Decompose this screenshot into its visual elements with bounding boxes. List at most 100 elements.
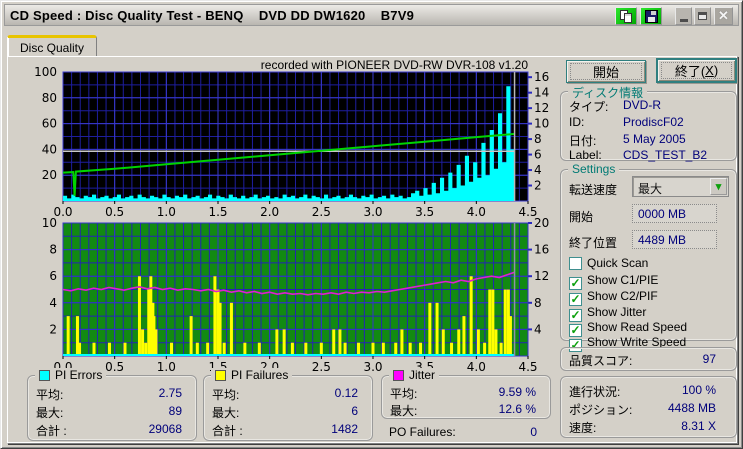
svg-text:100: 100 (34, 65, 57, 79)
checkbox-icon[interactable] (569, 257, 582, 270)
checkbox-show-c2-pif[interactable]: ✓Show C2/PIF (569, 289, 658, 304)
start-position-label: 開始 (569, 208, 593, 225)
transfer-speed-select[interactable]: 最大 ▾ (632, 176, 729, 197)
total-value: 29068 (149, 422, 182, 436)
checkbox-quick-scan[interactable]: Quick Scan (569, 256, 648, 271)
max-label: 最大: (212, 404, 239, 421)
svg-text:14: 14 (534, 86, 549, 100)
svg-text:6: 6 (534, 148, 542, 162)
pi-failures-jitter-chart: 0.00.51.01.52.02.53.03.54.04.52468104812… (29, 211, 553, 374)
svg-text:2: 2 (534, 179, 542, 193)
progress-value: 100 % (682, 383, 716, 397)
progress-box: 進行状況: 100 % ポジション: 4488 MB 速度: 8.31 X (560, 376, 737, 438)
svg-text:4.0: 4.0 (467, 360, 486, 374)
disc-label-value: CDS_TEST_B2 (623, 148, 707, 162)
jitter-swatch (393, 370, 404, 381)
start-position-input[interactable]: 0000 MB (632, 204, 717, 223)
save-button[interactable] (640, 7, 662, 25)
disc-label-label: Label: (569, 148, 602, 162)
max-value: 12.6 % (499, 402, 536, 416)
jitter-legend-box: Jitter 平均:9.59 % 最大:12.6 % (381, 375, 551, 419)
disc-info-group: ディスク情報 タイプ:DVD-R ID:ProdiscF02 日付:5 May … (560, 91, 737, 161)
copy-button[interactable] (615, 7, 637, 25)
svg-text:60: 60 (42, 117, 57, 131)
svg-text:3.0: 3.0 (363, 360, 382, 374)
avg-value: 2.75 (159, 386, 182, 400)
pi-failures-swatch (215, 370, 226, 381)
maximize-icon (698, 12, 707, 20)
max-value: 6 (351, 404, 358, 418)
disc-date-label: 日付: (569, 132, 596, 149)
svg-text:16: 16 (534, 243, 549, 257)
svg-text:80: 80 (42, 91, 57, 105)
svg-text:4: 4 (534, 322, 542, 336)
maximize-button[interactable] (694, 7, 711, 25)
chevron-down-icon[interactable]: ▾ (710, 178, 727, 195)
settings-title: Settings (568, 162, 619, 176)
svg-text:16: 16 (534, 70, 549, 84)
settings-group: Settings 転送速度 最大 ▾ 開始 0000 MB 終了位置 4489 … (560, 169, 737, 341)
checkbox-show-read-speed[interactable]: ✓Show Read Speed (569, 320, 687, 335)
position-label: ポジション: (569, 401, 632, 418)
svg-text:20: 20 (534, 216, 549, 230)
copy-icon (620, 10, 632, 23)
pi-errors-legend-title: PI Errors (35, 368, 106, 382)
pi-failures-legend-title: PI Failures (211, 368, 292, 382)
avg-value: 0.12 (335, 386, 358, 400)
max-label: 最大: (36, 404, 63, 421)
disc-type-label: タイプ: (569, 98, 608, 115)
max-label: 最大: (390, 402, 417, 419)
total-label: 合計 : (212, 422, 243, 439)
speed-label: 速度: (569, 419, 596, 436)
end-position-input[interactable]: 4489 MB (632, 230, 717, 249)
title-bar[interactable]: CD Speed : Disc Quality Test - BENQ DVD … (4, 4, 739, 26)
svg-text:0.5: 0.5 (105, 360, 124, 374)
svg-text:8: 8 (49, 243, 57, 257)
disc-date-value: 5 May 2005 (623, 132, 686, 146)
po-failures-row: PO Failures: 0 (381, 425, 551, 441)
total-label: 合計 : (36, 422, 67, 439)
disc-id-value: ProdiscF02 (623, 115, 684, 129)
checkbox-show-jitter[interactable]: ✓Show Jitter (569, 305, 646, 320)
pi-errors-swatch (39, 370, 50, 381)
svg-text:12: 12 (534, 269, 549, 283)
svg-text:20: 20 (42, 168, 57, 182)
svg-text:8: 8 (534, 296, 542, 310)
avg-value: 9.59 % (499, 385, 536, 399)
transfer-speed-label: 転送速度 (569, 181, 617, 198)
progress-label: 進行状況: (569, 383, 620, 400)
po-failures-label: PO Failures: (389, 425, 456, 439)
svg-text:4: 4 (534, 163, 542, 177)
quality-score-box: 品質スコア: 97 (560, 347, 737, 371)
avg-label: 平均: (212, 386, 239, 403)
position-value: 4488 MB (668, 401, 716, 415)
total-value: 1482 (331, 422, 358, 436)
svg-text:8: 8 (534, 132, 542, 146)
svg-text:40: 40 (42, 142, 57, 156)
checkbox-show-c1-pie[interactable]: ✓Show C1/PIE (569, 273, 658, 288)
quality-score-label: 品質スコア: (569, 352, 632, 369)
window-title: CD Speed : Disc Quality Test - BENQ DVD … (5, 8, 414, 23)
svg-text:1.0: 1.0 (157, 360, 176, 374)
svg-text:12: 12 (534, 101, 549, 115)
close-button[interactable]: ✕ (714, 7, 733, 25)
app-window: CD Speed : Disc Quality Test - BENQ DVD … (0, 0, 743, 449)
svg-text:4: 4 (49, 296, 57, 310)
start-button[interactable]: 開始 (566, 60, 646, 83)
save-icon (645, 10, 658, 23)
exit-button[interactable]: 終了(X) (656, 58, 737, 83)
disc-id-label: ID: (569, 115, 584, 129)
svg-text:2: 2 (49, 322, 57, 336)
minimize-icon (680, 19, 688, 22)
svg-text:10: 10 (42, 216, 57, 230)
avg-label: 平均: (36, 386, 63, 403)
svg-text:4.5: 4.5 (518, 360, 537, 374)
speed-value: 8.31 X (681, 419, 716, 433)
disc-type-value: DVD-R (623, 98, 661, 112)
pi-failures-legend-box: PI Failures 平均:0.12 最大:6 合計 :1482 (203, 375, 373, 441)
jitter-legend-title: Jitter (389, 368, 439, 382)
minimize-button[interactable] (675, 7, 692, 25)
pi-errors-chart: 0.00.51.01.52.02.53.03.54.04.52040608010… (29, 59, 553, 217)
quality-score-value: 97 (703, 352, 716, 366)
svg-text:2.5: 2.5 (312, 360, 331, 374)
